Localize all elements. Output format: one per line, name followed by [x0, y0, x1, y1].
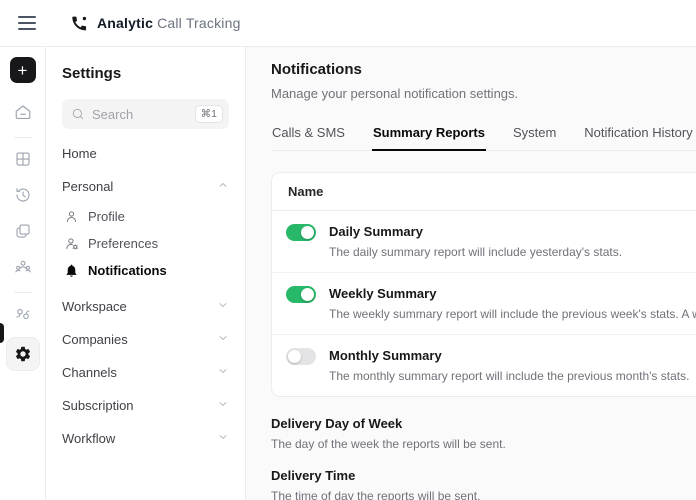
sidebar-group-personal[interactable]: Personal [62, 170, 229, 203]
sidebar-group-workspace[interactable]: Workspace [62, 290, 229, 323]
monthly-summary-toggle[interactable] [286, 348, 316, 365]
table-row-daily-summary: Daily Summary The daily summary report w… [272, 211, 696, 273]
sidebar-item-notifications[interactable]: Notifications [62, 257, 229, 284]
weekly-summary-toggle[interactable] [286, 286, 316, 303]
search-shortcut-badge: ⌘1 [195, 105, 223, 123]
sidebar-item-profile[interactable]: Profile [62, 203, 229, 230]
row-title: Weekly Summary [329, 285, 696, 301]
summary-reports-table: Name Daily Summary The daily summary rep… [271, 172, 696, 397]
tab-bar: Calls & SMS Summary Reports System Notif… [271, 119, 696, 151]
tab-summary-reports[interactable]: Summary Reports [372, 119, 486, 151]
brand-text: AnalyticCall Tracking [97, 15, 241, 31]
top-bar: AnalyticCall Tracking [0, 0, 696, 47]
row-title: Daily Summary [329, 223, 622, 239]
tab-system[interactable]: System [512, 119, 557, 150]
table-row-weekly-summary: Weekly Summary The weekly summary report… [272, 273, 696, 335]
section-description: The time of day the reports will be sent… [271, 489, 696, 500]
row-description: The monthly summary report will include … [329, 369, 689, 383]
section-title: Delivery Time [271, 468, 696, 483]
team-icon[interactable] [6, 252, 40, 282]
phone-logo-icon [70, 14, 89, 33]
table-header-name: Name [272, 173, 696, 211]
bell-icon [63, 263, 79, 278]
search-input[interactable] [92, 107, 195, 122]
sidebar-group-channels[interactable]: Channels [62, 356, 229, 389]
chevron-down-icon [217, 332, 229, 347]
home-icon[interactable] [6, 97, 40, 127]
brand: AnalyticCall Tracking [70, 14, 241, 33]
page-title: Notifications [271, 61, 696, 78]
dashboard-grid-icon[interactable] [6, 144, 40, 174]
history-icon[interactable] [6, 180, 40, 210]
chevron-down-icon [217, 299, 229, 314]
table-row-monthly-summary: Monthly Summary The monthly summary repo… [272, 335, 696, 396]
user-icon [63, 209, 79, 224]
row-description: The daily summary report will include ye… [329, 245, 622, 259]
chevron-up-icon [217, 179, 229, 194]
row-description: The weekly summary report will include t… [329, 307, 696, 321]
sidebar-item-home[interactable]: Home [62, 137, 229, 170]
rail-divider [14, 292, 32, 293]
tab-notification-history[interactable]: Notification History [583, 119, 693, 150]
copy-files-icon[interactable] [6, 216, 40, 246]
sidebar-group-subscription[interactable]: Subscription [62, 389, 229, 422]
search-box[interactable]: ⌘1 [62, 99, 229, 129]
page-subtitle: Manage your personal notification settin… [271, 86, 696, 101]
icon-rail: + [0, 47, 46, 500]
active-rail-indicator [0, 323, 4, 343]
delivery-time-section: Delivery Time The time of day the report… [271, 468, 696, 500]
sidebar-title: Settings [62, 65, 229, 82]
chevron-down-icon [217, 431, 229, 446]
sidebar-group-workflow[interactable]: Workflow [62, 422, 229, 455]
main-content: Notifications Manage your personal notif… [246, 47, 696, 500]
integrations-icon[interactable] [6, 299, 40, 329]
delivery-day-section: Delivery Day of Week The day of the week… [271, 416, 696, 451]
rail-divider [14, 137, 32, 138]
sidebar-group-companies[interactable]: Companies [62, 323, 229, 356]
menu-icon[interactable] [18, 16, 36, 30]
daily-summary-toggle[interactable] [286, 224, 316, 241]
add-button[interactable]: + [10, 57, 36, 83]
sidebar-item-preferences[interactable]: Preferences [62, 230, 229, 257]
row-title: Monthly Summary [329, 347, 689, 363]
settings-gear-icon[interactable] [6, 337, 40, 371]
user-gear-icon [63, 236, 79, 251]
chevron-down-icon [217, 398, 229, 413]
tab-calls-sms[interactable]: Calls & SMS [271, 119, 346, 150]
section-description: The day of the week the reports will be … [271, 437, 696, 451]
search-icon [71, 107, 85, 121]
section-title: Delivery Day of Week [271, 416, 696, 431]
chevron-down-icon [217, 365, 229, 380]
settings-sidebar: Settings ⌘1 Home Personal Profil [46, 47, 246, 500]
